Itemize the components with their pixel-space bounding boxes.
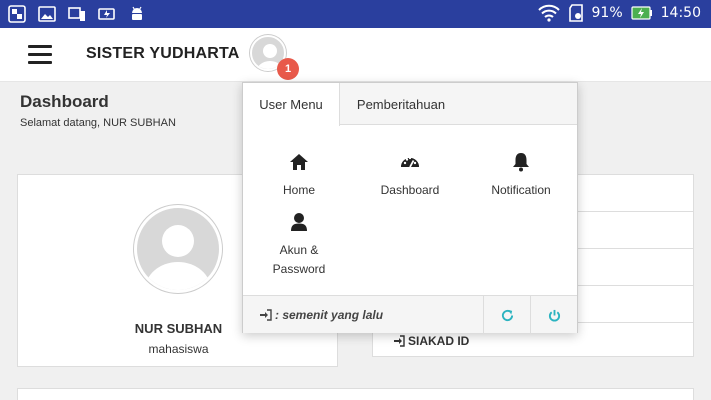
sign-in-icon <box>260 309 272 321</box>
charging-icon <box>98 8 115 20</box>
user-menu-popup: User Menu Pemberitahuan Home Dashboard N… <box>242 82 578 334</box>
last-login-text: : semenit yang lalu <box>275 308 384 322</box>
menu-item-label: Home <box>282 183 315 197</box>
popup-footer: : semenit yang lalu <box>243 295 577 334</box>
profile-role: mahasiswa <box>148 342 209 356</box>
battery-percent: 91% <box>591 5 623 21</box>
list-item-label: SIAKAD ID <box>393 334 469 348</box>
tab-user-menu[interactable]: User Menu <box>243 83 340 126</box>
menu-icon[interactable] <box>28 45 52 65</box>
popup-tabs: User Menu Pemberitahuan <box>243 83 577 126</box>
siakad-label: SIAKAD ID <box>408 334 470 348</box>
menu-item-dashboard[interactable]: Dashboard <box>365 152 455 200</box>
menu-item-label-line1: Akun & <box>279 243 319 257</box>
app-header: SISTER YUDHARTA 1 <box>0 28 711 82</box>
sign-in-icon <box>394 335 405 347</box>
status-bar-left-icons <box>8 5 146 23</box>
menu-item-home[interactable]: Home <box>255 152 343 200</box>
battery-charging-icon <box>631 6 652 20</box>
page-title: Dashboard <box>20 92 109 111</box>
last-login: : semenit yang lalu <box>259 308 383 322</box>
wifi-icon <box>537 4 560 22</box>
menu-item-label-line2: Password <box>272 262 326 276</box>
menu-item-label: Dashboard <box>380 183 440 197</box>
image-icon <box>38 6 56 22</box>
avatar-placeholder-icon <box>145 225 211 290</box>
menu-item-label: Notification <box>491 183 551 197</box>
power-icon <box>548 309 560 321</box>
profile-avatar <box>134 205 222 293</box>
clock: 14:50 <box>660 5 701 21</box>
bell-icon <box>513 153 529 172</box>
menu-item-notification[interactable]: Notification <box>477 152 565 200</box>
home-icon <box>290 154 308 170</box>
dashboard-icon <box>401 156 419 168</box>
bottom-card <box>17 388 694 400</box>
welcome-text: Selamat datang, NUR SUBHAN <box>20 117 176 129</box>
screenshot-icon <box>8 5 26 23</box>
devices-icon <box>68 7 85 21</box>
user-icon <box>291 213 307 231</box>
notification-badge: 1 <box>277 58 299 80</box>
app-title: SISTER YUDHARTA <box>86 45 240 62</box>
status-bar: 91% 14:50 <box>0 0 711 28</box>
menu-item-akun-password[interactable]: Akun & Password <box>255 212 343 279</box>
android-icon <box>132 6 142 20</box>
logout-button[interactable] <box>530 296 577 334</box>
sd-card-icon <box>568 4 583 22</box>
refresh-icon <box>501 309 513 321</box>
status-bar-right: 91% 14:50 <box>537 4 701 22</box>
refresh-button[interactable] <box>483 296 530 334</box>
tab-pemberitahuan[interactable]: Pemberitahuan <box>340 83 462 125</box>
